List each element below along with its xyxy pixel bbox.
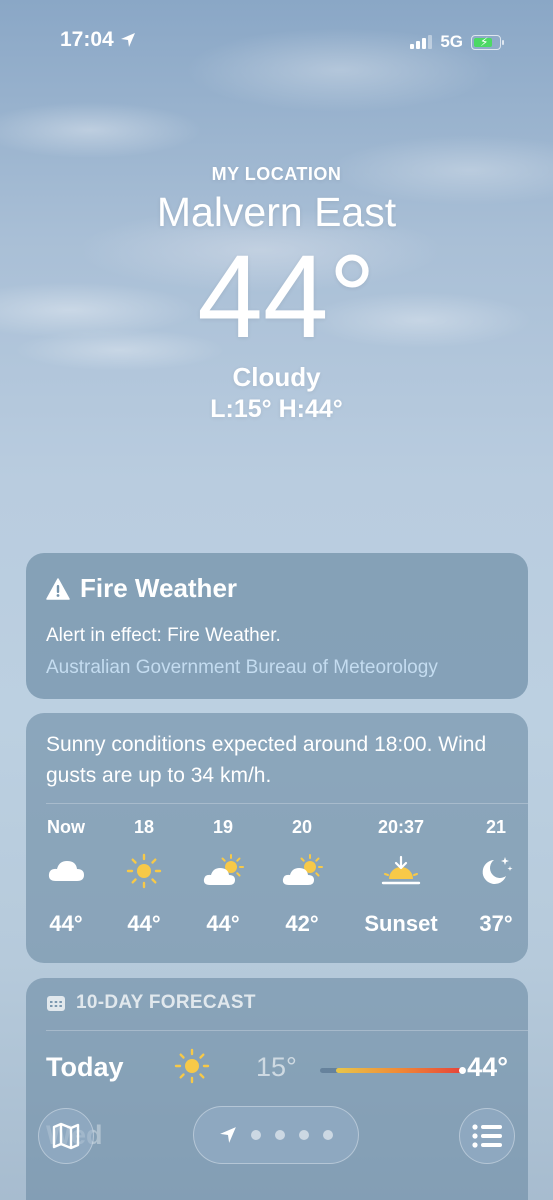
sun-icon: [126, 853, 162, 889]
hour-temp: 37°: [479, 911, 513, 936]
hour-item: 18 44°: [104, 817, 184, 937]
hour-time: 20:37: [377, 817, 425, 837]
status-time: 17:04: [60, 28, 136, 52]
hour-temp: 44°: [127, 911, 161, 936]
current-temperature: 44°: [197, 231, 376, 363]
hour-item: 21 37°: [458, 817, 534, 937]
partly-sunny-icon: [282, 854, 323, 885]
sun-icon: [174, 1048, 210, 1084]
hour-time: 21: [485, 817, 507, 837]
page-dot: [299, 1130, 309, 1140]
hour-item: 20:37 Sunset: [356, 817, 446, 937]
hour-item: Now 44°: [26, 817, 106, 937]
hour-temp: Sunset: [364, 911, 438, 936]
page-dot: [251, 1130, 261, 1140]
charging-bolt-icon: ⚡: [480, 34, 489, 49]
alert-source-link[interactable]: Australian Government Bureau of Meteorol…: [46, 657, 438, 679]
partly-sunny-icon: [203, 854, 244, 885]
page-dot: [275, 1130, 285, 1140]
temperature-range-fill: [336, 1068, 462, 1073]
location-arrow-icon: [220, 1127, 236, 1143]
forecast-row-today[interactable]: Today 15° 44°: [46, 1048, 508, 1088]
city-list-button[interactable]: [459, 1108, 515, 1164]
forecast-low: 15°: [256, 1052, 297, 1082]
map-icon: [52, 1122, 80, 1150]
list-icon: [472, 1124, 502, 1148]
status-bar: 17:04 5G ⚡: [0, 26, 553, 56]
current-condition: Cloudy: [232, 362, 321, 392]
warning-triangle-icon: [46, 577, 70, 600]
status-indicators: 5G ⚡: [410, 32, 504, 52]
forecast-summary: Sunny conditions expected around 18:00. …: [46, 733, 487, 787]
alert-text: Alert in effect: Fire Weather.: [46, 625, 281, 646]
network-type: 5G: [440, 32, 463, 51]
location-header: MY LOCATION Malvern East 44° Cloudy L:15…: [0, 164, 553, 424]
hour-item: 20 42°: [262, 817, 342, 937]
forecast-header-label: 10-DAY FORECAST: [76, 992, 256, 1013]
alert-title-row: Fire Weather: [46, 573, 237, 604]
battery-icon: ⚡: [471, 34, 504, 50]
divider: [46, 803, 528, 804]
hour-time: 19: [212, 817, 234, 837]
cloud-icon: [48, 861, 84, 881]
map-button[interactable]: [38, 1108, 94, 1164]
hour-temp: 44°: [206, 911, 240, 936]
calendar-icon: [47, 996, 65, 1011]
page-indicator[interactable]: [193, 1106, 359, 1164]
time-label: 17:04: [60, 28, 114, 51]
hour-time: 18: [133, 817, 155, 837]
low-high-temps: L:15° H:44°: [210, 395, 343, 423]
hour-temp: 42°: [285, 911, 319, 936]
signal-icon: [410, 35, 433, 49]
page-dot: [323, 1130, 333, 1140]
hourly-forecast-card[interactable]: Sunny conditions expected around 18:00. …: [26, 713, 528, 963]
ten-day-forecast-card[interactable]: 10-DAY FORECAST Today 15° 44° Wed: [26, 978, 528, 1200]
location-arrow-icon: [120, 33, 135, 47]
hour-time: Now: [47, 817, 85, 837]
hour-temp: 44°: [49, 911, 83, 936]
fire-weather-alert-card[interactable]: Fire Weather Alert in effect: Fire Weath…: [26, 553, 528, 699]
forecast-day: Today: [46, 1052, 124, 1082]
alert-title: Fire Weather: [80, 573, 238, 603]
location-label: MY LOCATION: [211, 164, 342, 184]
hour-item: 19 44°: [183, 817, 263, 937]
hour-time: 20: [291, 817, 313, 837]
current-temp-marker: [459, 1067, 466, 1074]
divider: [46, 1030, 528, 1031]
moon-stars-icon: [482, 857, 513, 884]
sunset-icon: [381, 855, 421, 885]
temperature-range-bar: [320, 1067, 466, 1074]
forecast-high: 44°: [467, 1052, 508, 1082]
forecast-header: 10-DAY FORECAST: [46, 992, 256, 1014]
city-name: Malvern East: [156, 189, 397, 235]
